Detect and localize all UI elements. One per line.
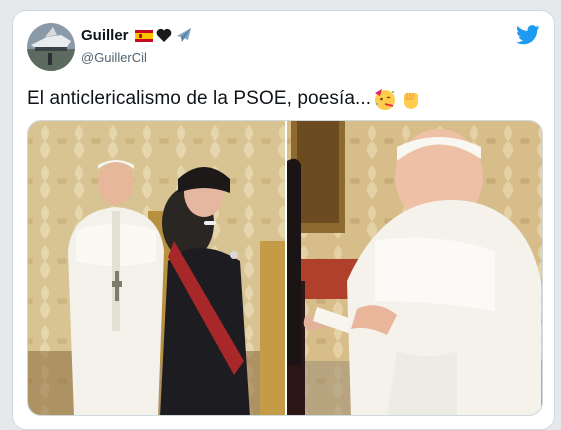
author-name[interactable]: Guiller <box>81 27 129 44</box>
black-heart-icon <box>156 28 171 42</box>
party-face-icon <box>375 89 396 110</box>
author-name-row[interactable]: Guiller <box>81 27 193 44</box>
airplane-icon <box>176 28 191 42</box>
twitter-bird-icon[interactable] <box>516 25 540 45</box>
tweet-text-row: El anticlericalismo de la PSOE, poesía..… <box>27 87 423 111</box>
tweet-card[interactable]: Guiller @GuillerCil El anticlericalismo … <box>12 10 555 430</box>
avatar[interactable] <box>27 23 75 71</box>
spain-flag-icon <box>134 29 153 42</box>
photo-2[interactable] <box>287 121 542 415</box>
raised-fist-icon <box>404 93 419 109</box>
author-handle[interactable]: @GuillerCil <box>81 50 147 65</box>
photo-1[interactable] <box>28 121 285 415</box>
media-grid <box>27 120 543 416</box>
tweet-text: El anticlericalismo de la PSOE, poesía..… <box>27 88 372 109</box>
